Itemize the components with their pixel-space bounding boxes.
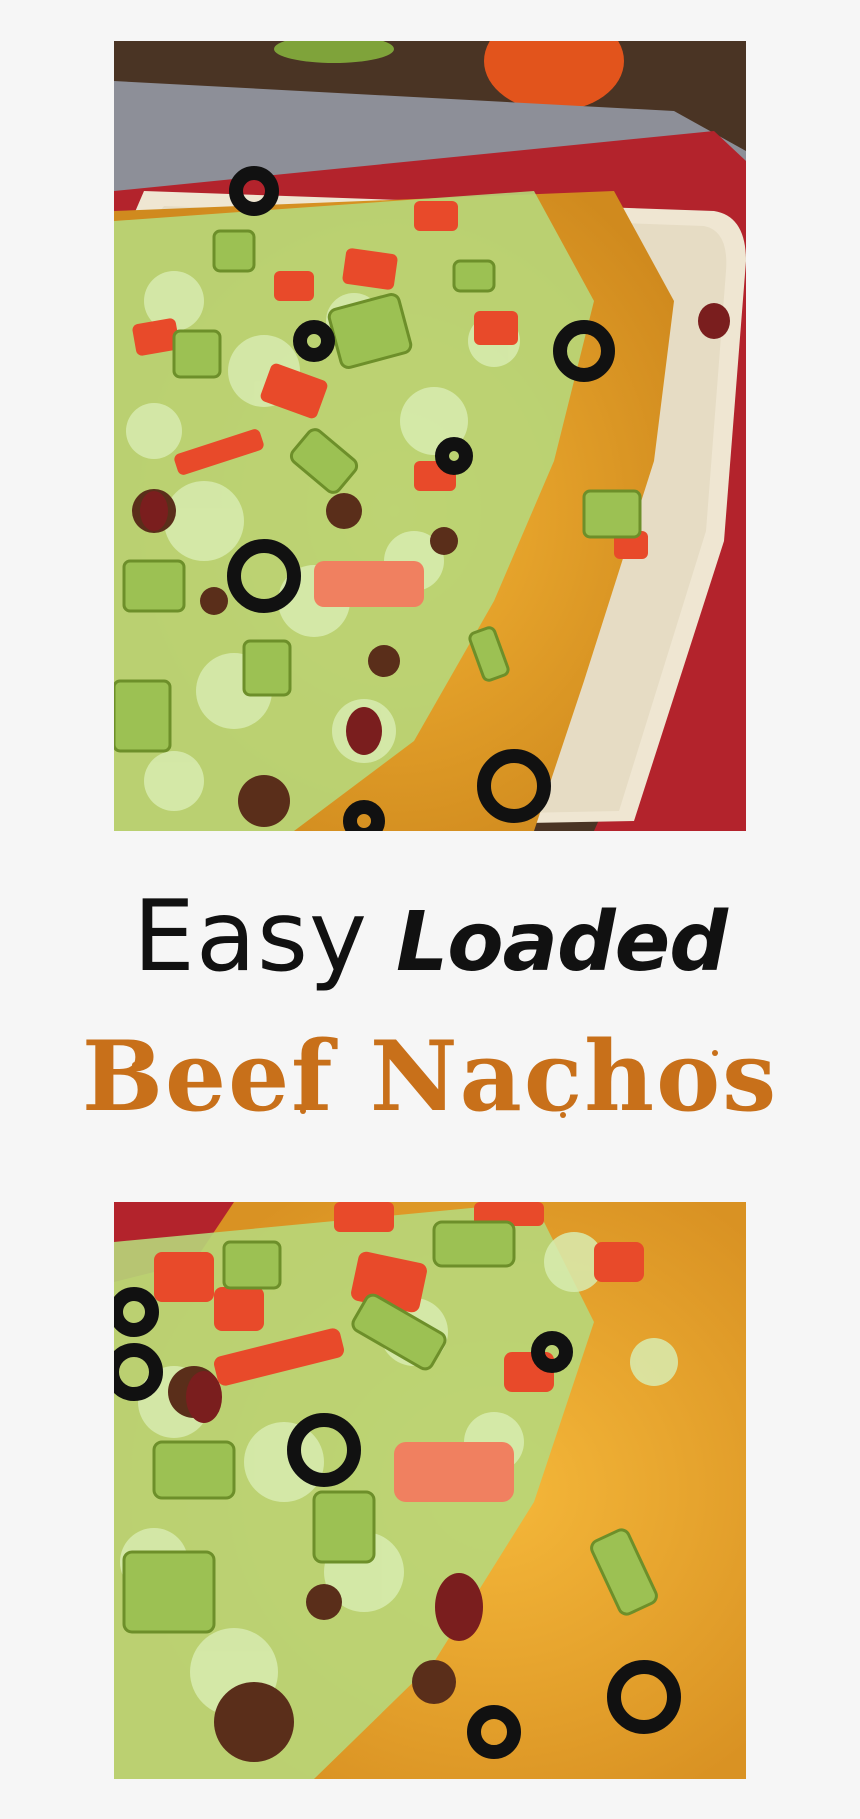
title-speck bbox=[560, 1112, 566, 1118]
title-line-2: Beef Nachos bbox=[81, 1020, 779, 1133]
nachos-photo-top-graphic bbox=[114, 41, 746, 831]
title-word-easy: Easy bbox=[133, 880, 369, 994]
title-speck bbox=[132, 1062, 138, 1068]
title-speck bbox=[300, 1108, 306, 1114]
nachos-photo-bottom bbox=[114, 1202, 746, 1779]
nachos-photo-bottom-graphic bbox=[114, 1202, 746, 1779]
title-speck bbox=[712, 1050, 718, 1056]
nachos-photo-top bbox=[114, 41, 746, 831]
title-speck bbox=[390, 1040, 396, 1046]
title-word-loaded: Loaded bbox=[396, 895, 728, 990]
title-line-1: Easy Loaded bbox=[0, 880, 860, 994]
